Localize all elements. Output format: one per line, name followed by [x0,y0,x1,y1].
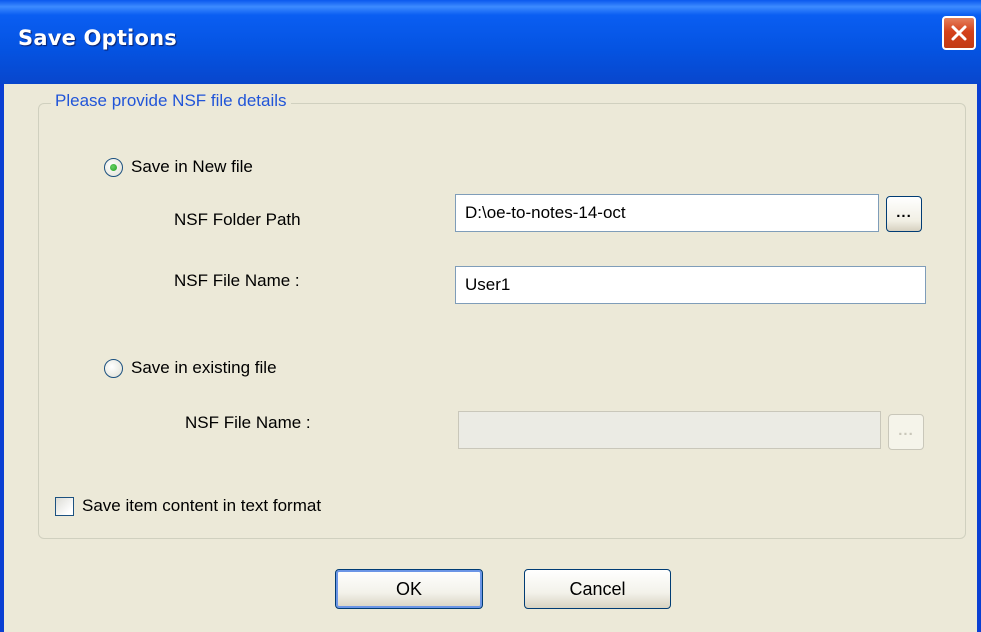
close-icon [951,25,967,41]
title-bar[interactable]: Save Options [0,0,981,84]
nsf-folder-path-value: D:\oe-to-notes-14-oct [465,203,626,222]
existing-nsf-file-name-input[interactable] [458,411,881,449]
cancel-button-label: Cancel [569,578,626,599]
ellipsis-icon: ... [896,203,912,221]
save-new-file-label: Save in New file [131,157,253,176]
save-existing-file-label: Save in existing file [131,358,277,377]
ellipsis-icon: ... [898,421,914,439]
nsf-folder-path-input[interactable]: D:\oe-to-notes-14-oct [455,194,879,232]
text-format-option[interactable]: Save item content in text format [55,496,321,516]
text-format-checkbox[interactable] [55,496,74,516]
ok-button[interactable]: OK [335,569,483,609]
nsf-file-name-value: User1 [465,275,511,294]
text-format-label: Save item content in text format [82,496,322,515]
save-existing-file-option[interactable]: Save in existing file [104,358,277,378]
existing-nsf-file-name-label: NSF File Name : [185,413,311,432]
ok-button-label: OK [395,578,422,599]
save-new-file-option[interactable]: Save in New file [104,157,253,177]
save-new-file-radio[interactable] [104,157,123,177]
browse-existing-file-button[interactable]: ... [888,414,924,450]
radio-selected-dot [110,163,117,171]
cancel-button[interactable]: Cancel [524,569,671,609]
window-title: Save Options [18,26,177,50]
groupbox-legend: Please provide NSF file details [51,91,291,111]
nsf-file-name-label: NSF File Name : [174,271,300,290]
nsf-file-name-input[interactable]: User1 [455,266,926,304]
browse-folder-button[interactable]: ... [886,196,922,232]
nsf-folder-path-label: NSF Folder Path [174,210,301,229]
save-existing-file-radio[interactable] [104,358,123,378]
close-button[interactable] [942,16,976,50]
